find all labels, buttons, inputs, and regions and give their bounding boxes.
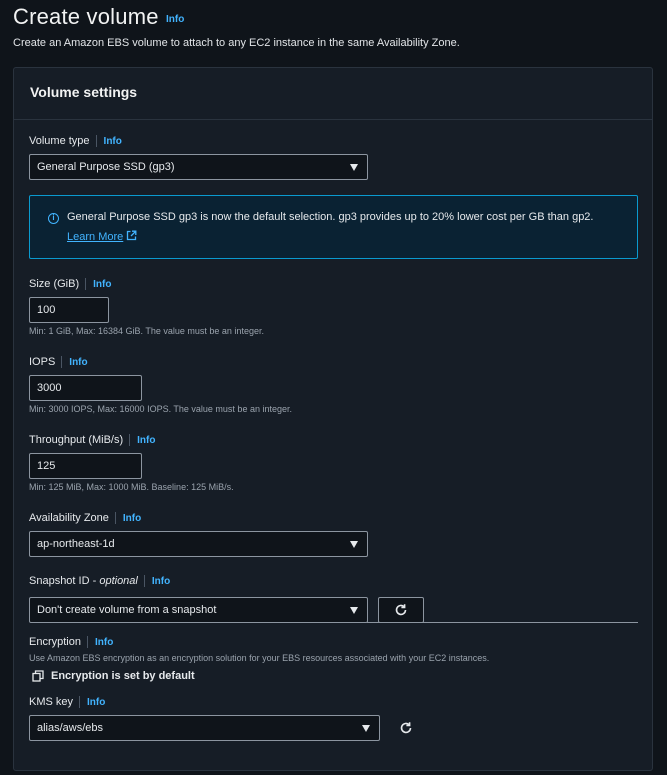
alert-text: General Purpose SSD gp3 is now the defau… bbox=[67, 211, 594, 223]
encryption-info-link[interactable]: Info bbox=[95, 637, 113, 648]
label-separator bbox=[95, 135, 97, 147]
encryption-description: Use Amazon EBS encryption as an encrypti… bbox=[29, 653, 490, 663]
availability-zone-select[interactable]: ap-northeast-1d bbox=[29, 531, 368, 557]
size-label-text: Size (GiB) bbox=[29, 278, 80, 290]
snapshot-info-link[interactable]: Info bbox=[152, 576, 170, 587]
availability-zone-label-text: Availability Zone bbox=[29, 512, 109, 524]
encryption-label: Encryption Info bbox=[29, 636, 113, 648]
throughput-hint: Min: 125 MiB, Max: 1000 MiB. Baseline: 1… bbox=[29, 482, 234, 492]
throughput-label-text: Throughput (MiB/s) bbox=[29, 434, 124, 446]
label-separator bbox=[143, 575, 145, 587]
caret-down-icon bbox=[350, 541, 358, 548]
caret-down-icon bbox=[350, 164, 358, 171]
panel-header: Volume settings bbox=[14, 68, 652, 120]
kms-refresh-button[interactable] bbox=[397, 719, 415, 737]
label-separator bbox=[85, 278, 87, 290]
panel-title: Volume settings bbox=[30, 84, 138, 100]
label-separator bbox=[114, 512, 116, 524]
learn-more-text: Learn More bbox=[67, 231, 124, 243]
iops-hint: Min: 3000 IOPS, Max: 16000 IOPS. The val… bbox=[29, 404, 292, 414]
volume-type-label-text: Volume type bbox=[29, 135, 90, 147]
snapshot-label: Snapshot ID - optional Info bbox=[29, 575, 170, 587]
size-input[interactable]: 100 bbox=[29, 297, 109, 323]
availability-zone-value: ap-northeast-1d bbox=[37, 538, 115, 550]
refresh-icon bbox=[400, 722, 412, 734]
volume-type-info-link[interactable]: Info bbox=[104, 136, 122, 147]
throughput-info-link[interactable]: Info bbox=[137, 435, 155, 446]
volume-type-label: Volume type Info bbox=[29, 135, 122, 147]
refresh-icon bbox=[395, 604, 407, 616]
label-separator bbox=[129, 434, 131, 446]
label-separator bbox=[86, 636, 88, 648]
kms-key-select[interactable]: alias/aws/ebs bbox=[29, 715, 380, 741]
info-circle-icon: i bbox=[48, 213, 59, 224]
iops-label-text: IOPS bbox=[29, 356, 56, 368]
title-info-link[interactable]: Info bbox=[166, 14, 184, 25]
throughput-label: Throughput (MiB/s) Info bbox=[29, 434, 155, 446]
snapshot-refresh-button[interactable] bbox=[378, 597, 424, 623]
volume-type-select[interactable]: General Purpose SSD (gp3) bbox=[29, 154, 368, 180]
availability-zone-info-link[interactable]: Info bbox=[123, 513, 141, 524]
kms-key-label-text: KMS key bbox=[29, 696, 74, 708]
encryption-default-status: Encryption is set by default bbox=[32, 670, 195, 682]
gp3-info-alert: i General Purpose SSD gp3 is now the def… bbox=[29, 195, 638, 259]
iops-info-link[interactable]: Info bbox=[69, 357, 87, 368]
size-info-link[interactable]: Info bbox=[93, 279, 111, 290]
page-title: Create volume bbox=[13, 4, 159, 29]
throughput-input[interactable]: 125 bbox=[29, 453, 142, 479]
availability-zone-label: Availability Zone Info bbox=[29, 512, 141, 524]
volume-settings-panel: Volume settings Volume type Info General… bbox=[13, 67, 653, 771]
label-separator bbox=[61, 356, 63, 368]
encryption-default-text: Encryption is set by default bbox=[51, 670, 195, 682]
copy-icon bbox=[32, 670, 44, 682]
size-label: Size (GiB) Info bbox=[29, 278, 111, 290]
iops-input[interactable]: 3000 bbox=[29, 375, 142, 401]
learn-more-link[interactable]: Learn More bbox=[67, 230, 137, 243]
kms-key-info-link[interactable]: Info bbox=[87, 697, 105, 708]
snapshot-value: Don't create volume from a snapshot bbox=[37, 604, 217, 616]
iops-label: IOPS Info bbox=[29, 356, 88, 368]
caret-down-icon bbox=[362, 725, 370, 732]
label-separator bbox=[79, 696, 81, 708]
size-hint: Min: 1 GiB, Max: 16384 GiB. The value mu… bbox=[29, 326, 264, 336]
kms-key-value: alias/aws/ebs bbox=[37, 722, 104, 734]
snapshot-label-dash: - bbox=[89, 575, 100, 587]
snapshot-select[interactable]: Don't create volume from a snapshot bbox=[29, 597, 368, 623]
caret-down-icon bbox=[350, 607, 358, 614]
external-link-icon bbox=[127, 230, 137, 241]
page-description: Create an Amazon EBS volume to attach to… bbox=[13, 37, 460, 49]
kms-key-label: KMS key Info bbox=[29, 696, 105, 708]
volume-type-value: General Purpose SSD (gp3) bbox=[37, 161, 175, 173]
snapshot-optional: optional bbox=[99, 575, 138, 587]
snapshot-divider bbox=[367, 622, 638, 623]
encryption-label-text: Encryption bbox=[29, 636, 81, 648]
snapshot-label-text: Snapshot ID bbox=[29, 575, 90, 587]
